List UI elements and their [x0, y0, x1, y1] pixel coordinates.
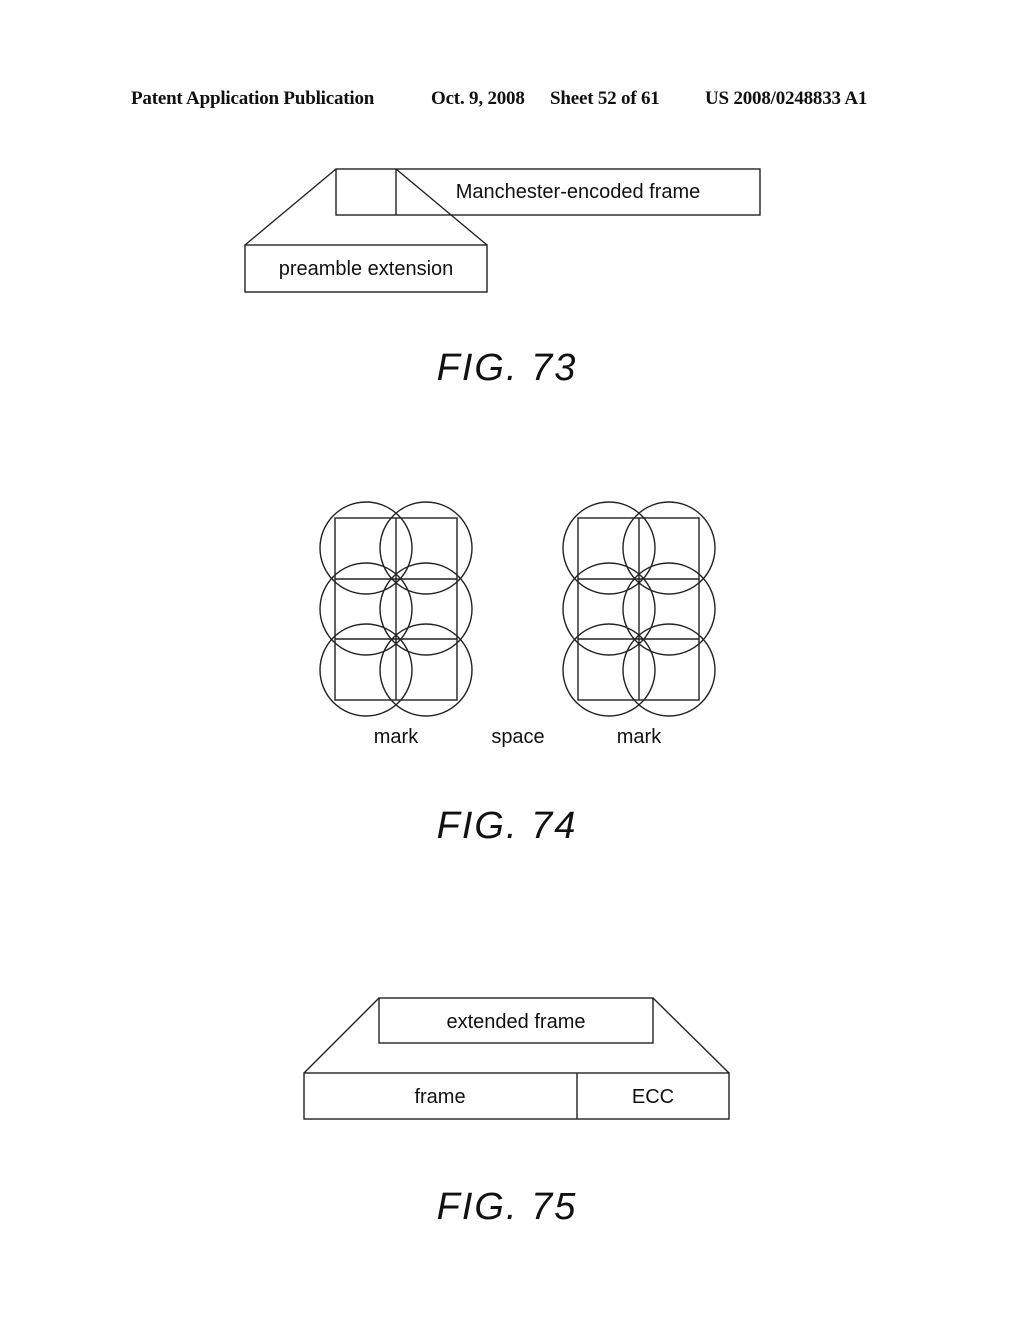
preamble-extension-label: preamble extension: [279, 258, 454, 280]
manchester-frame-label: Manchester-encoded frame: [456, 181, 701, 203]
expansion-line-left: [303, 997, 380, 1074]
dot-circle: [379, 501, 473, 595]
ecc-label: ECC: [632, 1086, 674, 1108]
dot-circle: [562, 562, 656, 656]
dot-circle: [319, 623, 413, 717]
fig-75: extended frame frame ECC FIG. 75: [303, 997, 730, 1228]
expansion-line-right: [652, 997, 730, 1074]
fig-73-caption: FIG. 73: [437, 347, 578, 389]
dot-circle: [319, 562, 413, 656]
dot-circle: [562, 501, 656, 595]
figures-canvas: Manchester-encoded frame preamble extens…: [244, 168, 761, 1228]
fig-73: Manchester-encoded frame preamble extens…: [244, 168, 761, 389]
mark-label-left: mark: [374, 726, 419, 748]
dot-circle: [379, 562, 473, 656]
extended-frame-label: extended frame: [447, 1011, 586, 1033]
dot-circle: [562, 623, 656, 717]
mark-grid-right: [562, 501, 716, 717]
dot-circle: [622, 562, 716, 656]
fig-74-caption: FIG. 74: [437, 805, 578, 847]
mark-grid-left: [319, 501, 473, 717]
dot-circle: [379, 623, 473, 717]
fig-75-caption: FIG. 75: [437, 1186, 578, 1228]
dot-circle: [319, 501, 413, 595]
dot-circle: [622, 623, 716, 717]
fig-74: mark space mark FIG. 74: [319, 501, 716, 847]
space-label: space: [491, 726, 544, 748]
frame-label: frame: [414, 1086, 465, 1108]
mark-label-right: mark: [617, 726, 662, 748]
expansion-line-left: [244, 168, 337, 246]
dot-circle: [622, 501, 716, 595]
